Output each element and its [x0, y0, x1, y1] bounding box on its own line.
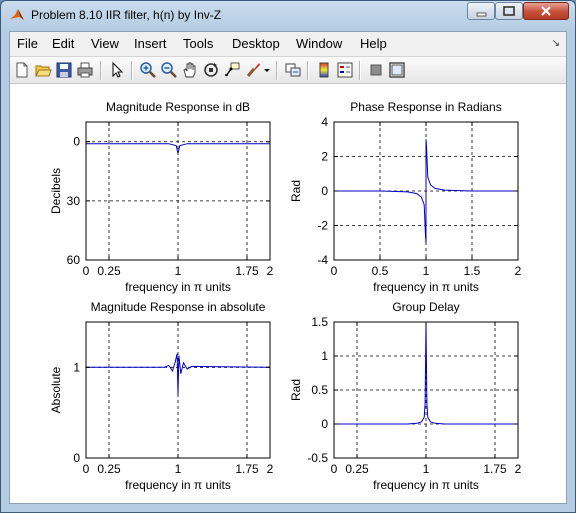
figure-canvas[interactable]: 0 0.25 1 1.75 2 0 30 60 Magnitude Response in dB… [10, 84, 566, 503]
subplot-4 [333, 321, 519, 459]
x-tick-label: 2 [267, 264, 274, 278]
x-axis-label: frequency in π units [125, 280, 231, 294]
x-tick-label: 2 [267, 462, 274, 476]
subplot-title: Magnitude Response in dB [106, 100, 250, 114]
x-tick-label: 0 [83, 264, 90, 278]
figure-client-area: File Edit View Insert Tools Desktop Wind… [9, 31, 567, 504]
subplot-title: Phase Response in Radians [350, 100, 501, 114]
x-tick-label: 1.75 [235, 264, 259, 278]
x-tick-label: 1.75 [483, 462, 507, 476]
y-tick-label: 2 [321, 150, 328, 164]
x-tick-label: 2 [515, 264, 522, 278]
y-tick-label: 0.5 [311, 383, 328, 397]
x-tick-label: 1 [175, 264, 182, 278]
x-tick-label: 0.25 [345, 462, 369, 476]
subplot-1 [85, 121, 271, 261]
y-axis-label: Absolute [49, 366, 63, 413]
y-tick-label: 0 [321, 417, 328, 431]
figure-window: Problem 8.10 IIR filter, h(n) by Inv-Z F… [0, 0, 576, 513]
y-tick-label: 0 [321, 184, 328, 198]
y-tick-label: 1.5 [311, 315, 328, 329]
y-tick-label: -2 [317, 219, 328, 233]
subplot-title: Magnitude Response in absolute [91, 300, 266, 314]
y-tick-label: -0.5 [307, 451, 328, 465]
x-tick-label: 2 [515, 462, 522, 476]
y-tick-label: 0 [73, 451, 80, 465]
x-axis-label: frequency in π units [373, 478, 479, 492]
x-tick-label: 0 [331, 264, 338, 278]
x-tick-label: 0.5 [372, 264, 389, 278]
y-axis-label: Decibels [49, 168, 63, 214]
y-tick-label: -4 [317, 253, 328, 267]
x-tick-label: 0 [83, 462, 90, 476]
y-axis-label: Rad [289, 379, 303, 401]
y-tick-label: 60 [67, 253, 81, 267]
y-tick-label: 1 [321, 349, 328, 363]
x-axis-label: frequency in π units [373, 280, 479, 294]
subplot-title: Group Delay [392, 300, 459, 314]
x-tick-label: 1 [423, 264, 430, 278]
y-tick-label: 4 [321, 115, 328, 129]
x-axis-label: frequency in π units [125, 478, 231, 492]
x-tick-label: 0 [331, 462, 338, 476]
y-axis-label: Rad [289, 180, 303, 202]
y-tick-label: 30 [67, 194, 81, 208]
figure-plot-area: 0 0.25 1 1.75 2 0 30 60 Magnitude Response in dB… [49, 100, 522, 492]
x-tick-label: 1.75 [235, 462, 259, 476]
y-tick-label: 0 [73, 135, 80, 149]
x-tick-label: 1 [423, 462, 430, 476]
x-tick-label: 0.25 [97, 462, 121, 476]
y-tick-label: 1 [73, 360, 80, 374]
subplot-2 [333, 121, 519, 261]
x-tick-label: 0.25 [97, 264, 121, 278]
x-tick-label: 1.5 [464, 264, 481, 278]
x-tick-label: 1 [175, 462, 182, 476]
subplot-3 [85, 321, 271, 459]
